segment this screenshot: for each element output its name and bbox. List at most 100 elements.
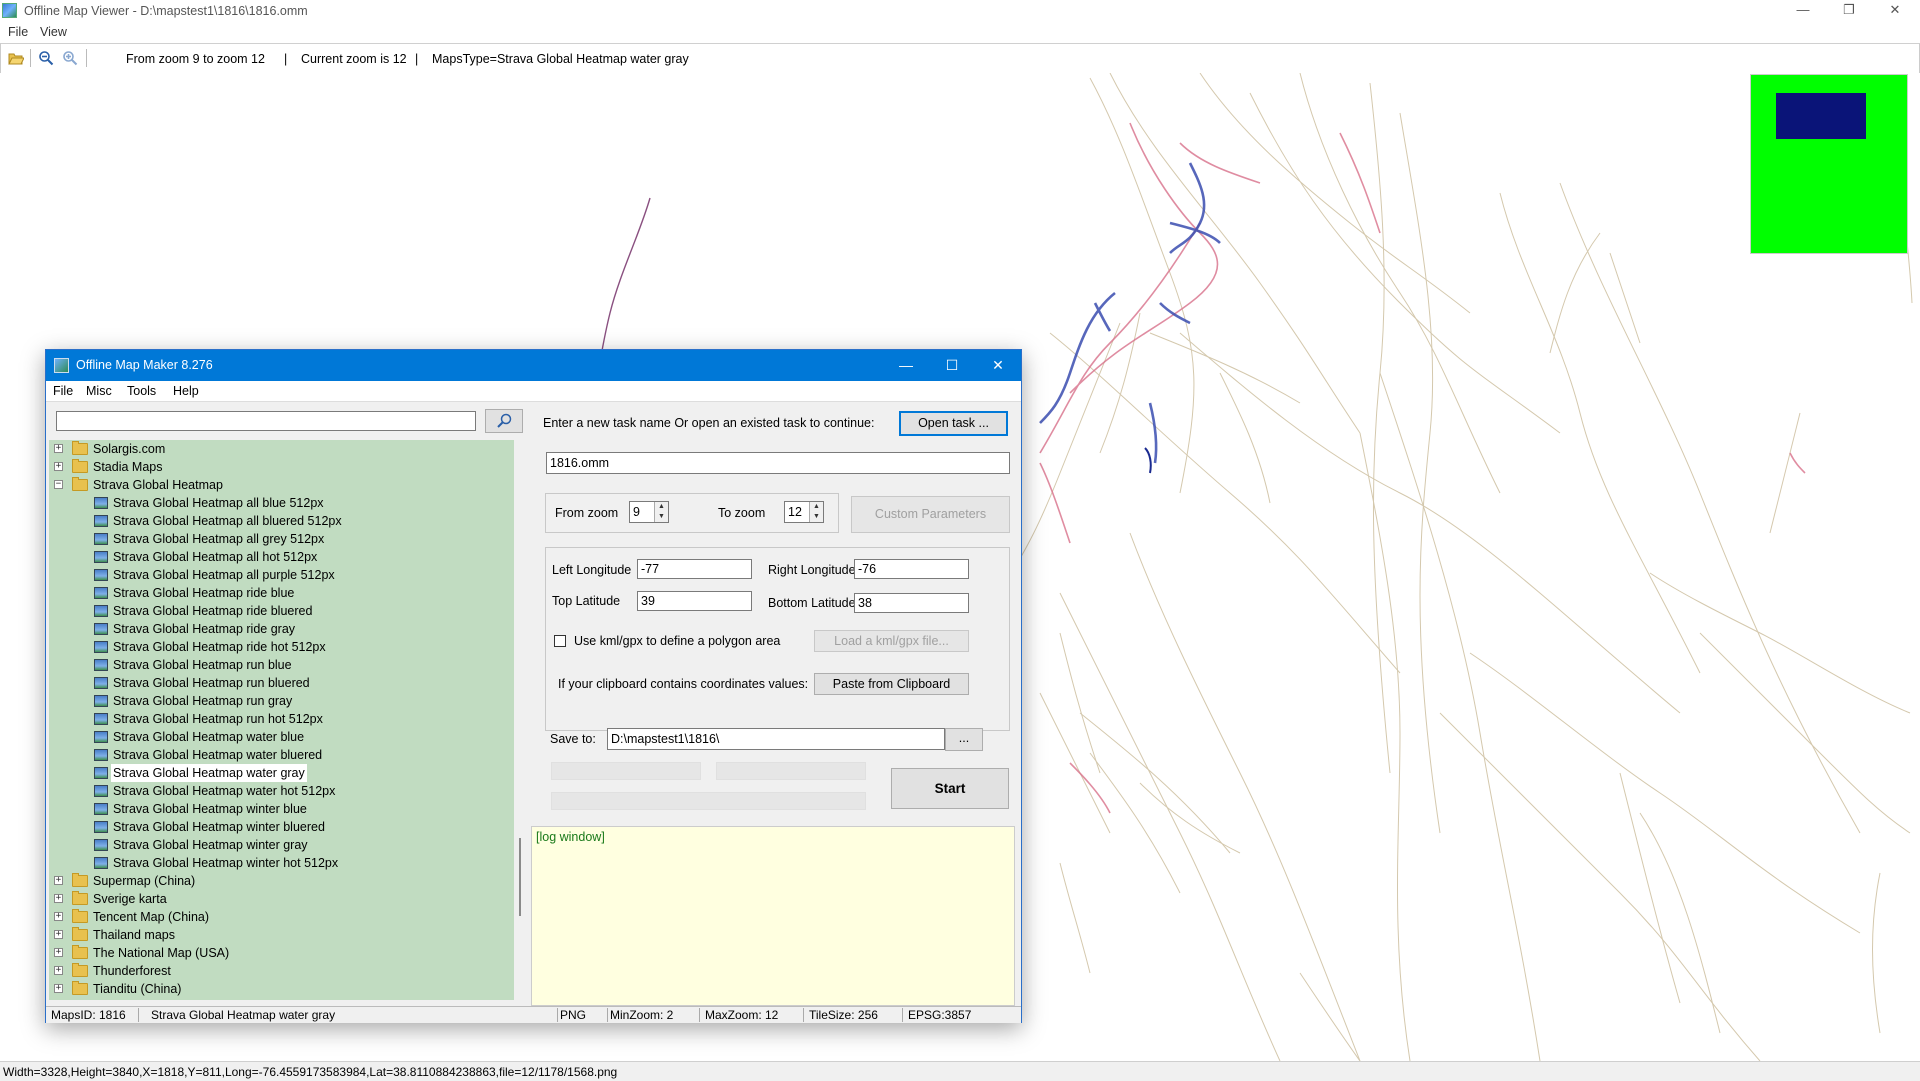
kml-polygon-checkbox[interactable] [554, 635, 566, 647]
tree-folder[interactable]: + Thunderforest [49, 962, 514, 980]
tree-folder[interactable]: + Stadia Maps [49, 458, 514, 476]
tree-item[interactable]: Strava Global Heatmap run hot 512px [49, 710, 514, 728]
expand-icon[interactable]: + [54, 984, 63, 993]
bottom-latitude-input[interactable] [854, 593, 969, 613]
dialog-close-button[interactable]: ✕ [975, 350, 1021, 381]
tree-item[interactable]: Strava Global Heatmap water blue [49, 728, 514, 746]
spin-down-icon[interactable]: ▼ [654, 512, 668, 522]
map-tile-icon [94, 713, 108, 725]
tree-item[interactable]: Strava Global Heatmap water gray [49, 764, 514, 782]
open-folder-icon[interactable] [8, 50, 24, 66]
custom-parameters-button[interactable]: Custom Parameters [851, 496, 1010, 533]
cursor-info: Width=3328,Height=3840,X=1818,Y=811,Long… [3, 1065, 618, 1079]
tree-item-label: Strava Global Heatmap ride blue [113, 586, 295, 600]
dialog-menu-file[interactable]: File [53, 384, 73, 398]
tree-folder[interactable]: + Supermap (China) [49, 872, 514, 890]
tree-item[interactable]: Strava Global Heatmap all bluered 512px [49, 512, 514, 530]
open-task-button[interactable]: Open task ... [899, 411, 1008, 436]
tree-item[interactable]: Strava Global Heatmap water bluered [49, 746, 514, 764]
paste-clipboard-button[interactable]: Paste from Clipboard [814, 673, 969, 695]
tree-item[interactable]: Strava Global Heatmap winter hot 512px [49, 854, 514, 872]
toolbar-divider: | [284, 52, 288, 66]
expand-icon[interactable]: + [54, 966, 63, 975]
right-longitude-input[interactable] [854, 559, 969, 579]
window-title: Offline Map Viewer - D:\mapstest1\1816\1… [24, 4, 308, 18]
tree-item[interactable]: Strava Global Heatmap winter gray [49, 836, 514, 854]
task-name-input[interactable] [546, 452, 1010, 474]
expand-icon[interactable]: + [54, 948, 63, 957]
tree-item[interactable]: Strava Global Heatmap ride bluered [49, 602, 514, 620]
log-window[interactable]: [log window] [531, 826, 1015, 1006]
menu-view[interactable]: View [40, 25, 67, 39]
from-zoom-spinner[interactable]: 9 ▲ ▼ [629, 501, 669, 523]
left-longitude-input[interactable] [637, 559, 752, 579]
spin-down-icon[interactable]: ▼ [809, 512, 823, 522]
tree-item[interactable]: Strava Global Heatmap all grey 512px [49, 530, 514, 548]
minimap[interactable] [1750, 74, 1908, 254]
tree-item[interactable]: Strava Global Heatmap winter blue [49, 800, 514, 818]
tree-item[interactable]: Strava Global Heatmap run blue [49, 656, 514, 674]
tree-item[interactable]: Strava Global Heatmap ride gray [49, 620, 514, 638]
tree-item-label: The National Map (USA) [93, 946, 230, 960]
to-zoom-spinner[interactable]: 12 ▲ ▼ [784, 501, 824, 523]
tree-item[interactable]: Strava Global Heatmap ride hot 512px [49, 638, 514, 656]
start-button[interactable]: Start [891, 768, 1009, 809]
tree-item[interactable]: Strava Global Heatmap ride blue [49, 584, 514, 602]
expand-icon[interactable]: + [54, 894, 63, 903]
dialog-maximize-button[interactable]: ☐ [929, 350, 975, 381]
tree-item[interactable]: Strava Global Heatmap all purple 512px [49, 566, 514, 584]
dialog-minimize-button[interactable]: — [883, 350, 929, 381]
tree-item[interactable]: Strava Global Heatmap all blue 512px [49, 494, 514, 512]
expand-icon[interactable]: + [54, 930, 63, 939]
expand-icon[interactable]: + [54, 444, 63, 453]
dialog-menu-misc[interactable]: Misc [86, 384, 112, 398]
search-button[interactable] [485, 409, 523, 433]
top-latitude-input[interactable] [637, 591, 752, 611]
tree-folder[interactable]: + The National Map (USA) [49, 944, 514, 962]
dialog-menu-tools[interactable]: Tools [127, 384, 156, 398]
tree-folder[interactable]: + Sverige karta [49, 890, 514, 908]
map-source-tree[interactable]: + Solargis.com + Stadia Maps − Strava Global … [49, 440, 514, 1000]
close-button[interactable]: ✕ [1872, 0, 1918, 22]
expand-icon[interactable]: + [54, 876, 63, 885]
zoom-in-icon[interactable] [62, 50, 78, 66]
minimize-button[interactable]: — [1780, 0, 1826, 22]
dialog-menu-help[interactable]: Help [173, 384, 199, 398]
tree-folder[interactable]: + Tianditu (China) [49, 980, 514, 998]
tree-folder[interactable]: + Solargis.com [49, 440, 514, 458]
restore-button[interactable]: ❐ [1826, 0, 1872, 22]
tree-item[interactable]: Strava Global Heatmap all hot 512px [49, 548, 514, 566]
spin-up-icon[interactable]: ▲ [654, 502, 668, 512]
search-input[interactable] [56, 411, 476, 431]
map-tile-icon [94, 587, 108, 599]
tree-item[interactable]: Strava Global Heatmap water hot 512px [49, 782, 514, 800]
log-scrollbar[interactable] [1015, 826, 1019, 1006]
minimap-viewport[interactable] [1776, 93, 1866, 139]
tree-folder[interactable]: + Thailand maps [49, 926, 514, 944]
tree-item-label: Strava Global Heatmap run blue [113, 658, 292, 672]
clipboard-label: If your clipboard contains coordinates v… [558, 677, 809, 691]
expand-icon[interactable]: + [54, 912, 63, 921]
tree-scrollbar[interactable] [514, 440, 528, 1000]
save-path-input[interactable] [607, 728, 945, 750]
tree-item[interactable]: Strava Global Heatmap winter bluered [49, 818, 514, 836]
collapse-icon[interactable]: − [54, 480, 63, 489]
scrollbar-thumb[interactable] [519, 838, 521, 916]
status-divider [902, 1008, 903, 1022]
expand-icon[interactable]: + [54, 462, 63, 471]
tree-folder[interactable]: − Strava Global Heatmap [49, 476, 514, 494]
tree-item-label: Strava Global Heatmap [93, 478, 223, 492]
browse-button[interactable]: ... [945, 728, 983, 751]
menu-file[interactable]: File [8, 25, 28, 39]
tree-item-label: Strava Global Heatmap winter blue [113, 802, 307, 816]
app-icon [2, 3, 17, 18]
tree-item[interactable]: Strava Global Heatmap run gray [49, 692, 514, 710]
tree-item[interactable]: Strava Global Heatmap run bluered [49, 674, 514, 692]
spin-up-icon[interactable]: ▲ [809, 502, 823, 512]
tree-item-label: Strava Global Heatmap all purple 512px [113, 568, 335, 582]
top-latitude-label: Top Latitude [552, 594, 621, 608]
folder-icon [72, 909, 88, 923]
tree-folder[interactable]: + Tencent Map (China) [49, 908, 514, 926]
load-kml-button[interactable]: Load a kml/gpx file... [814, 630, 969, 652]
zoom-out-icon[interactable] [38, 50, 54, 66]
